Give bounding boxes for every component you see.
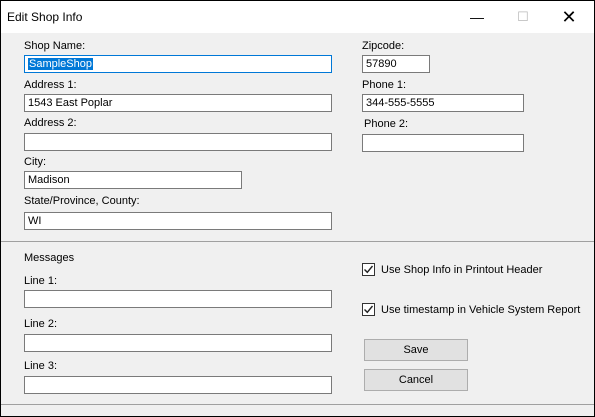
address2-input[interactable] [24,133,332,151]
address1-label: Address 1: [24,79,77,91]
line3-input[interactable] [24,376,332,394]
city-input[interactable]: Madison [24,171,242,189]
state-input[interactable]: WI [24,212,332,230]
shop-name-value: SampleShop [28,58,93,70]
messages-heading: Messages [24,252,75,264]
line2-input[interactable] [24,334,332,352]
cancel-button[interactable]: Cancel [364,369,468,391]
line3-label: Line 3: [24,360,58,372]
checkmark-icon [364,305,374,314]
close-button[interactable]: ✕ [546,1,592,33]
use-timestamp-checkbox[interactable]: Use timestamp in Vehicle System Report [362,303,580,316]
title-bar[interactable]: Edit Shop Info — ☐ ✕ [1,1,594,33]
state-label: State/Province, County: [24,195,140,207]
save-button[interactable]: Save [364,339,468,361]
use-shop-info-label: Use Shop Info in Printout Header [381,263,543,276]
section-divider [1,241,594,242]
maximize-button[interactable]: ☐ [500,1,546,33]
use-shop-info-checkbox[interactable]: Use Shop Info in Printout Header [362,263,542,276]
phone2-input[interactable] [362,134,524,152]
maximize-icon: ☐ [517,9,529,24]
phone1-input[interactable]: 344-555-5555 [362,94,524,112]
minimize-button[interactable]: — [454,1,500,33]
checkmark-icon [364,265,374,274]
shop-name-label: Shop Name: [24,40,86,52]
city-label: City: [24,156,46,168]
shop-name-input[interactable]: SampleShop [24,55,332,73]
close-icon: ✕ [561,6,577,27]
phone1-label: Phone 1: [362,79,407,91]
minimize-icon: — [470,9,484,25]
address2-label: Address 2: [24,117,77,129]
use-timestamp-label: Use timestamp in Vehicle System Report [381,303,581,316]
bottom-divider [1,404,594,405]
zipcode-label: Zipcode: [362,40,405,52]
use-timestamp-box [362,303,375,316]
zipcode-input[interactable]: 57890 [362,55,430,73]
window-title: Edit Shop Info [7,10,83,24]
line1-input[interactable] [24,290,332,308]
phone2-label: Phone 2: [364,118,409,130]
use-shop-info-box [362,263,375,276]
address1-input[interactable]: 1543 East Poplar [24,94,332,112]
line1-label: Line 1: [24,275,58,287]
line2-label: Line 2: [24,318,58,330]
